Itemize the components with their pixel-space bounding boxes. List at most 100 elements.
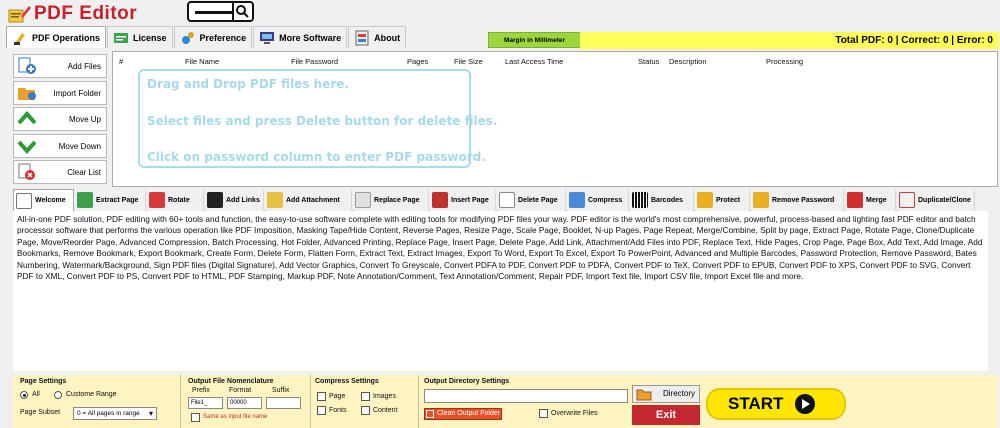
main-tabs: PDF Operations License Preference More S… xyxy=(6,26,407,48)
tab-delete-page[interactable]: Delete Page xyxy=(497,189,566,211)
license-icon xyxy=(113,30,129,46)
delete-page-icon xyxy=(499,192,515,208)
exit-button[interactable]: Exit xyxy=(632,405,700,425)
tab-add-attachment[interactable]: Add Attachment xyxy=(265,189,352,211)
column-header[interactable]: Pages xyxy=(407,57,428,66)
tab-label: Merge xyxy=(866,196,887,204)
all-pages-radio[interactable] xyxy=(20,391,28,399)
import-folder-button[interactable]: Import Folder xyxy=(13,81,107,105)
directory-button[interactable]: Directory xyxy=(632,385,700,403)
drop-hint-3: Click on password column to enter PDF pa… xyxy=(147,150,486,164)
prefix-input[interactable]: File1_ xyxy=(188,397,223,409)
tab-extract-page[interactable]: Extract Page xyxy=(75,189,146,211)
clear-list-button[interactable]: Clear List xyxy=(13,160,107,184)
clear-list-icon xyxy=(17,163,37,181)
column-header[interactable]: # xyxy=(119,57,123,66)
overwrite-files-checkbox[interactable] xyxy=(539,409,548,418)
tab-license[interactable]: License xyxy=(107,26,173,48)
tab-label: More Software xyxy=(279,32,342,43)
search-box[interactable] xyxy=(187,1,254,22)
clear-list-label: Clear List xyxy=(67,167,101,177)
move-down-button[interactable]: Move Down xyxy=(13,134,107,158)
clean-output-checkbox[interactable] xyxy=(426,410,434,418)
move-up-label: Move Up xyxy=(68,114,101,124)
tab-merge[interactable]: Merge xyxy=(845,189,896,211)
tab-replace-page[interactable]: Replace Page xyxy=(353,189,429,211)
tab-protect[interactable]: Protect xyxy=(695,189,750,211)
page-settings-title: Page Settings xyxy=(20,378,67,385)
welcome-description: All-in-one PDF solution, PDF editing wit… xyxy=(13,211,988,371)
play-icon xyxy=(795,394,816,414)
more-software-icon xyxy=(259,30,275,46)
tab-label: About xyxy=(374,32,401,43)
app-title: PDF Editor xyxy=(34,3,138,24)
suffix-input[interactable] xyxy=(266,397,301,409)
tab-duplicate-clone[interactable]: Duplicate/Clone xyxy=(897,189,975,211)
search-icon[interactable] xyxy=(232,3,252,20)
output-directory-group: Output Directory Settings Clean Output F… xyxy=(421,375,631,428)
page-subset-select[interactable]: 0 = All pages in range xyxy=(73,407,157,420)
merge-icon xyxy=(847,192,863,208)
move-up-button[interactable]: Move Up xyxy=(13,107,107,131)
start-button[interactable]: START xyxy=(706,388,846,420)
compress-page-label: Page xyxy=(329,393,346,400)
duplicate-clone-icon xyxy=(899,192,915,208)
prefix-label: Prefix xyxy=(192,387,210,394)
column-header[interactable]: Description xyxy=(669,57,707,66)
column-header[interactable]: Status xyxy=(638,57,659,66)
compress-images-label: Images xyxy=(373,393,396,400)
compress-fonts-label: Fonts xyxy=(329,407,347,414)
column-header[interactable]: File Size xyxy=(454,57,483,66)
tab-label: Welcome xyxy=(35,197,66,204)
tab-compress[interactable]: Compress xyxy=(567,189,629,211)
tab-welcome[interactable]: Welcome xyxy=(13,189,74,211)
tab-label: Barcodes xyxy=(651,196,683,204)
column-header[interactable]: File Name xyxy=(185,57,219,66)
about-icon xyxy=(354,30,370,46)
output-directory-input[interactable] xyxy=(424,389,628,403)
extract-page-icon xyxy=(77,192,93,208)
overwrite-files-label: Overwrite Files xyxy=(551,410,598,417)
column-header[interactable]: Last Access Time xyxy=(505,57,563,66)
tab-more-software[interactable]: More Software xyxy=(253,26,348,48)
custom-range-radio[interactable] xyxy=(54,391,62,399)
drop-zone[interactable]: Drag and Drop PDF files here. Select fil… xyxy=(138,69,497,168)
compress-settings-group: Compress Settings Page Images Fonts Cont… xyxy=(313,375,419,428)
compress-title: Compress Settings xyxy=(315,378,379,385)
tab-label: Insert Page xyxy=(451,196,489,204)
clean-output-label: Clean Output Folder xyxy=(437,410,501,417)
compress-fonts-checkbox[interactable] xyxy=(317,406,326,415)
tab-pdf-operations[interactable]: PDF Operations xyxy=(6,26,107,48)
add-files-button[interactable]: Add Files xyxy=(13,54,107,78)
tab-about[interactable]: About xyxy=(348,26,407,48)
welcome-icon xyxy=(16,192,32,209)
compress-images-checkbox[interactable] xyxy=(361,392,370,401)
tab-preference[interactable]: Preference xyxy=(173,26,253,48)
tab-label: Delete Page xyxy=(518,196,558,204)
tab-insert-page[interactable]: Insert Page xyxy=(430,189,496,211)
tab-label: Remove Password xyxy=(772,196,835,204)
move-down-label: Move Down xyxy=(58,141,101,151)
replace-page-icon xyxy=(355,192,371,208)
feature-tabs: Welcome Extract Page Rotate Add Links Ad… xyxy=(13,189,975,211)
tab-rotate[interactable]: Rotate xyxy=(147,189,204,211)
custom-range-label: Custome Range xyxy=(66,391,117,398)
compress-page-checkbox[interactable] xyxy=(317,392,326,401)
add-files-icon xyxy=(17,57,37,75)
tab-remove-password[interactable]: Remove Password xyxy=(751,189,844,211)
all-pages-label: All xyxy=(32,391,40,398)
column-header[interactable]: Processing xyxy=(766,57,803,66)
folder-icon xyxy=(636,387,652,407)
clean-output-folder-toggle[interactable]: Clean Output Folder xyxy=(424,408,502,420)
drop-hint-2: Select files and press Delete button for… xyxy=(147,114,498,128)
tab-barcodes[interactable]: Barcodes xyxy=(630,189,694,211)
format-label: Format xyxy=(229,387,252,394)
column-header[interactable]: File Password xyxy=(291,57,338,66)
format-input[interactable]: 00000 xyxy=(227,397,262,409)
compress-content-checkbox[interactable] xyxy=(361,406,370,415)
same-as-input-checkbox[interactable] xyxy=(191,413,200,422)
insert-page-icon xyxy=(432,192,448,208)
move-up-icon xyxy=(17,110,37,128)
tab-add-links[interactable]: Add Links xyxy=(205,189,264,211)
margin-in-millimeter-button[interactable]: Margin in Millimeter xyxy=(488,32,581,48)
